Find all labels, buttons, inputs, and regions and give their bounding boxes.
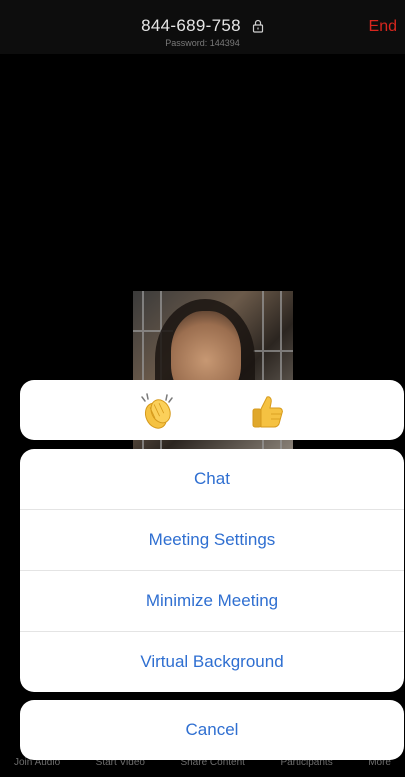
chat-menu-item[interactable]: Chat [20,449,404,510]
action-menu: Chat Meeting Settings Minimize Meeting V… [20,449,404,692]
virtual-background-menu-item[interactable]: Virtual Background [20,632,404,692]
minimize-meeting-menu-item[interactable]: Minimize Meeting [20,571,404,632]
meeting-id: 844-689-758 [0,16,405,38]
end-meeting-button[interactable]: End [369,18,397,36]
clap-icon [141,393,173,429]
meeting-settings-menu-item[interactable]: Meeting Settings [20,510,404,571]
clap-reaction-button[interactable] [134,388,180,434]
meeting-id-text: 844-689-758 [141,16,241,35]
thumbs-up-icon [252,396,283,428]
cancel-button[interactable]: Cancel [20,700,404,760]
meeting-screen: 844-689-758 Password: 144394 End Join Au… [0,0,405,777]
thumbs-up-reaction-button[interactable] [244,388,290,434]
meeting-password: Password: 144394 [165,38,240,48]
lock-icon [252,18,264,38]
meeting-header: 844-689-758 Password: 144394 End [0,0,405,54]
reactions-panel [20,380,404,440]
cancel-panel: Cancel [20,700,404,760]
